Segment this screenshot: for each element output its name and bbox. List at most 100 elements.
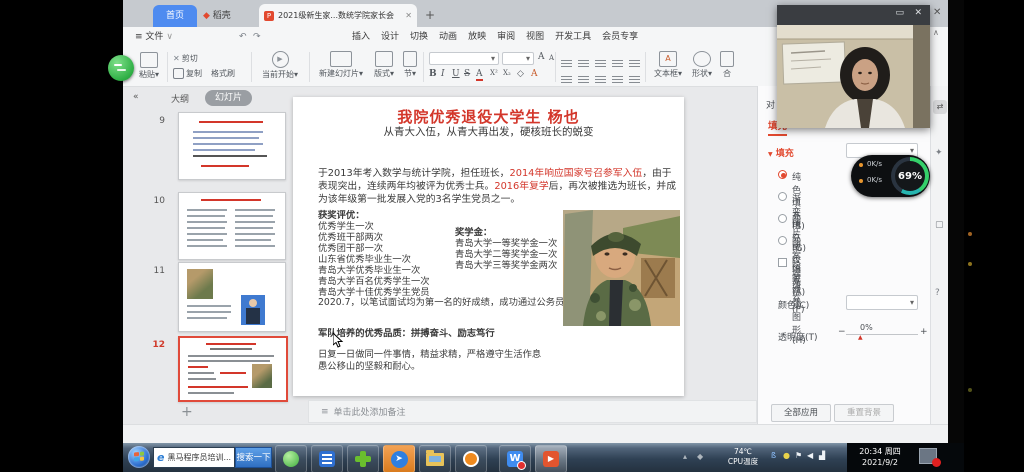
video-call-window[interactable]: ▭ ✕ [777, 5, 930, 128]
font-color-button[interactable]: A [476, 69, 483, 81]
highlight-button[interactable]: A [531, 69, 538, 79]
file-menu[interactable]: ≡ 文件 ∨ [135, 27, 173, 48]
play-from-current-button[interactable]: ▶ 当前开始▾ [257, 51, 303, 80]
align-center-icon[interactable] [578, 69, 589, 88]
taskbar-app-browser[interactable] [275, 445, 307, 472]
tray-expand-icon[interactable]: ▴ [683, 452, 687, 461]
ribbon-tab[interactable]: 设计 [381, 32, 399, 42]
layout-button[interactable]: 版式▾ [371, 51, 397, 79]
tab-home[interactable]: 首页 [153, 5, 197, 27]
taskbar-app-wpp[interactable]: ▶ [535, 445, 567, 472]
taskbar-app-wps[interactable]: W [499, 445, 531, 472]
tab-outline[interactable]: 大纲 [171, 92, 189, 105]
format-painter-button[interactable]: 格式刷 [211, 68, 235, 79]
panel-expand-button[interactable]: ⇄ [933, 100, 947, 114]
ribbon-tab[interactable]: 审阅 [497, 32, 515, 42]
apply-all-button[interactable]: 全部应用 [771, 404, 831, 422]
color-select[interactable]: ▾ [846, 295, 918, 310]
shapes-button[interactable]: 形状▾ [689, 51, 715, 79]
slider-marker-icon[interactable]: ▲ [858, 334, 863, 341]
slide-thumbnail-12[interactable] [178, 336, 288, 402]
collapse-ribbon-icon[interactable]: ∧ [933, 28, 939, 37]
transparency-slider[interactable] [846, 334, 918, 335]
bold-button[interactable]: B [429, 69, 437, 79]
notification-window-icon[interactable] [919, 448, 937, 464]
cut-button[interactable]: ✕剪切 [173, 53, 198, 64]
slide-thumbnail-9[interactable] [178, 112, 286, 180]
tab-docer[interactable]: ◆ 稻壳 [203, 5, 253, 27]
status-dot-icon[interactable]: ● [783, 451, 790, 460]
section-icon [403, 51, 417, 67]
network-icon[interactable]: ▟ [819, 451, 825, 460]
text-box-button[interactable]: A 文本框▾ [651, 51, 685, 79]
sidebar-collapse-icon[interactable]: « [133, 92, 139, 102]
slide-thumbnail-11[interactable] [178, 262, 286, 332]
paste-button[interactable]: 粘贴▾ [135, 52, 163, 80]
floating-green-badge[interactable] [108, 55, 134, 81]
slider-minus[interactable]: − [838, 327, 846, 337]
slide-thumbnail-10[interactable] [178, 192, 286, 260]
window-close-button[interactable]: ✕ [933, 7, 941, 18]
add-slide-button[interactable]: + [181, 404, 193, 420]
font-size-select[interactable]: ▾ [502, 52, 534, 65]
strikethrough-button[interactable]: S [464, 69, 470, 79]
tab-slides[interactable]: 幻灯片 [205, 90, 252, 106]
ribbon-tab[interactable]: 插入 [352, 32, 370, 42]
new-slide-button[interactable]: 新建幻灯片▾ [315, 51, 367, 79]
align-right-icon[interactable] [595, 69, 606, 88]
merge-button[interactable]: 合 [719, 51, 735, 79]
cpu-temp-widget[interactable]: 74℃ CPU温度 [723, 447, 763, 467]
record-icon [463, 451, 479, 467]
performance-gauge-overlay[interactable]: 0K/s 0K/s 69% [851, 155, 930, 197]
new-tab-button[interactable]: + [425, 8, 435, 22]
taskbar-app-folder[interactable] [419, 445, 451, 472]
taskbar-app-messenger[interactable]: ➤ [383, 445, 415, 472]
slide-canvas[interactable]: 我院优秀退役大学生 杨也 从青大入伍，从青大再出发，硬核班长的蜕变 于2013年… [293, 97, 684, 396]
font-family-select[interactable]: ▾ [429, 52, 499, 65]
ribbon-tab[interactable]: 视图 [526, 32, 544, 42]
action-center-flag-icon[interactable]: ⚑ [795, 451, 802, 460]
tab-document[interactable]: P 2021级新生家...数统学院家长会 ✕ [259, 4, 417, 27]
ribbon-tab[interactable]: 会员专享 [602, 32, 638, 42]
redo-icon[interactable]: ↷ [253, 27, 261, 48]
subscript-button[interactable]: X₂ [503, 69, 511, 77]
fill-section-header[interactable]: ▼ 填充 [768, 146, 794, 159]
section-button[interactable]: 节▾ [401, 51, 419, 79]
video-window-titlebar[interactable]: ▭ ✕ [777, 5, 930, 25]
soldier-photo[interactable] [563, 210, 680, 326]
bluetooth-icon[interactable]: ß [771, 451, 776, 460]
taskbar-app-recorder[interactable] [455, 445, 487, 472]
tab-close-icon[interactable]: ✕ [405, 4, 412, 27]
black-bar-dot [968, 262, 972, 266]
ribbon-tab[interactable]: 动画 [439, 32, 457, 42]
ribbon-tab[interactable]: 放映 [468, 32, 486, 42]
taskbar-app-security[interactable] [347, 445, 379, 472]
slider-plus[interactable]: + [920, 327, 928, 337]
help-icon[interactable]: ? [935, 288, 940, 298]
video-close-icon[interactable]: ✕ [914, 8, 922, 18]
tray-misc-icon[interactable]: ◆ [697, 452, 703, 461]
smart-beautify-icon[interactable]: ✦ [935, 148, 943, 158]
copy-button[interactable]: 复制 [173, 68, 202, 79]
notes-bar[interactable]: ≡ 单击此处添加备注 [308, 400, 757, 423]
columns-icon[interactable] [629, 69, 640, 88]
taskbar-app-media[interactable] [311, 445, 343, 472]
increase-font-icon[interactable]: A [538, 52, 545, 62]
superscript-button[interactable]: X² [490, 69, 498, 77]
decrease-font-icon[interactable]: A [549, 54, 554, 62]
reset-background-button[interactable]: 重置背景 [834, 404, 894, 422]
undo-icon[interactable]: ↶ [239, 27, 247, 48]
ribbon-tab[interactable]: 开发工具 [555, 32, 591, 42]
justify-icon[interactable] [612, 69, 623, 88]
video-maximize-icon[interactable]: ▭ [895, 8, 904, 18]
volume-icon[interactable]: ◀ [807, 451, 813, 460]
taskbar-search-button[interactable]: 搜索一下 [235, 447, 272, 468]
ribbon-tab[interactable]: 切换 [410, 32, 428, 42]
text-effects-button[interactable]: ◇ [517, 69, 524, 79]
taskbar-clock[interactable]: 20:34 周四 2021/9/2 [850, 446, 910, 468]
align-left-icon[interactable] [561, 69, 572, 88]
taskbar-search-input[interactable]: e 黑马程序员培训... [153, 447, 235, 468]
underline-button[interactable]: U [452, 69, 460, 79]
italic-button[interactable]: I [441, 69, 445, 79]
object-properties-icon[interactable]: ▢ [935, 220, 944, 230]
